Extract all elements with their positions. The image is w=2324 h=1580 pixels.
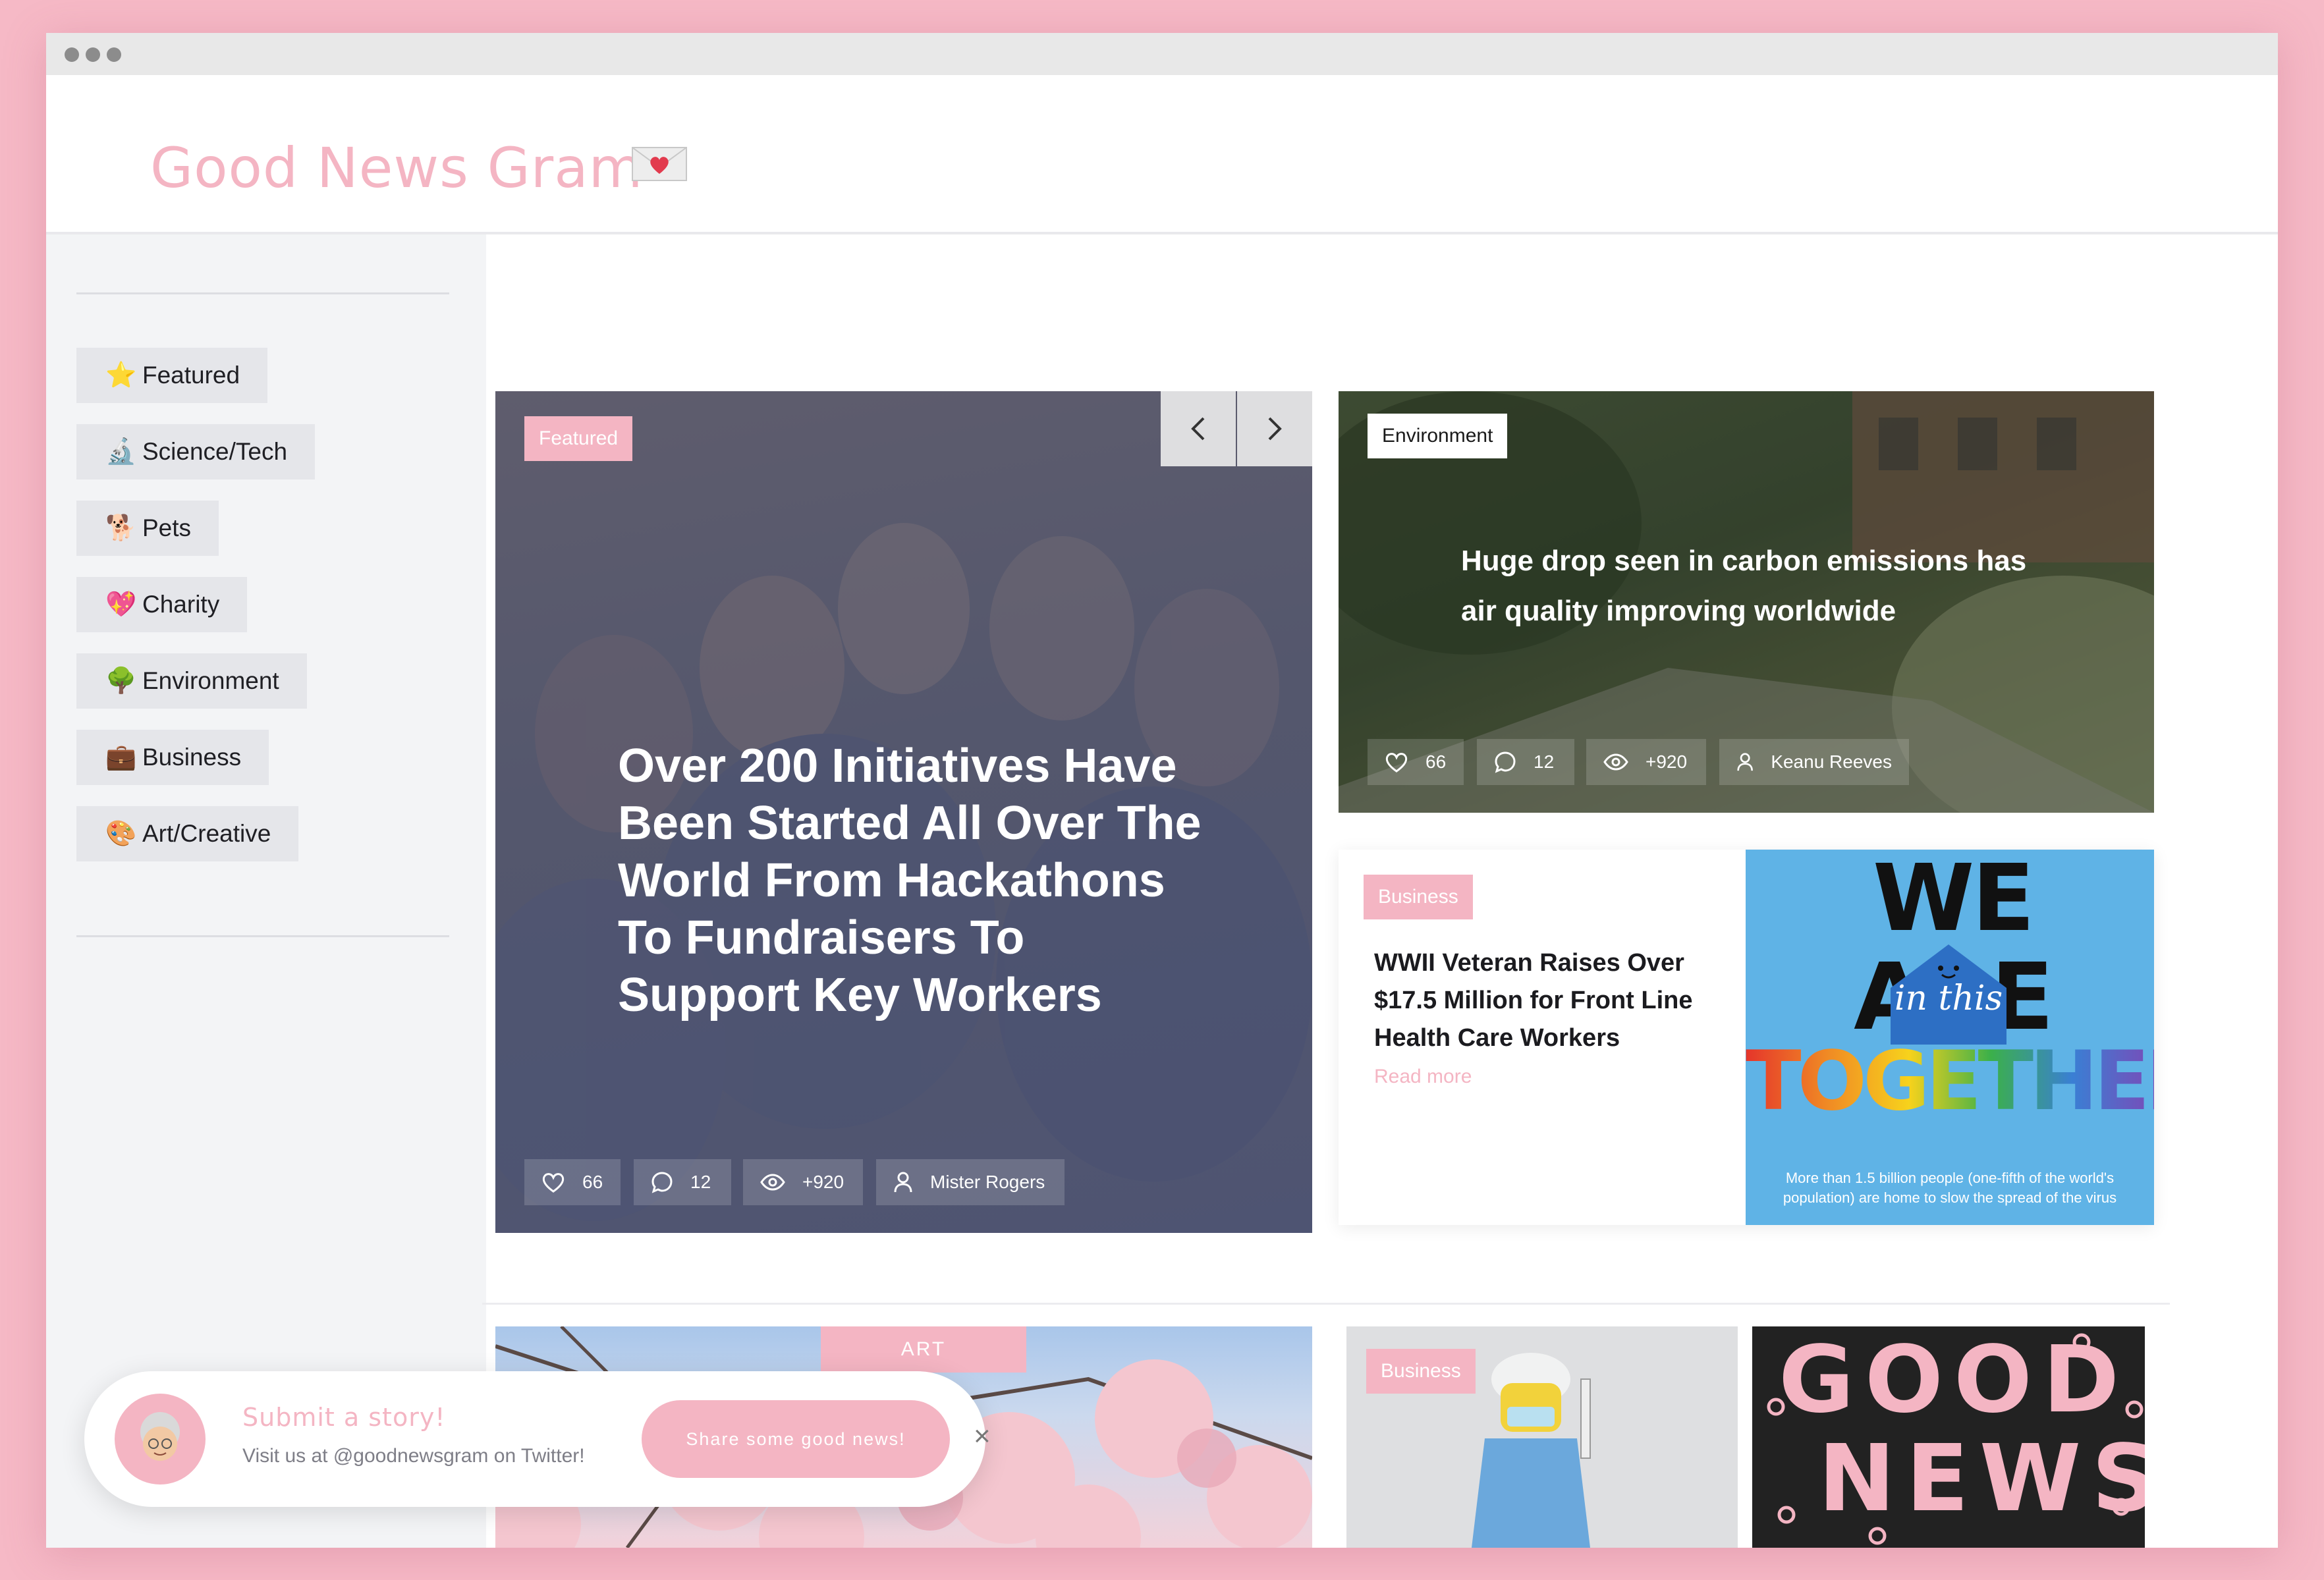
business-headline[interactable]: WWII Veteran Raises Over $17.5 Million f… <box>1374 944 1730 1057</box>
tree-icon: 🌳 <box>105 667 137 695</box>
author-stat[interactable]: Mister Rogers <box>876 1159 1065 1205</box>
eye-icon <box>760 1174 785 1191</box>
environment-card[interactable]: Environment Huge drop seen in carbon emi… <box>1339 391 2154 813</box>
poster-line-2: in this <box>1894 979 2003 1018</box>
window-titlebar <box>46 33 2278 75</box>
view-stat[interactable]: +920 <box>1586 739 1706 785</box>
sidebar-item-environment[interactable]: 🌳 Environment <box>76 653 307 709</box>
read-more-link[interactable]: Read more <box>1374 1066 1472 1088</box>
like-count: 66 <box>582 1172 603 1192</box>
window-minimize-dot[interactable] <box>86 47 100 62</box>
dog-icon: 🐕 <box>105 514 137 542</box>
sidebar-item-charity[interactable]: 💖 Charity <box>76 577 248 632</box>
featured-tag[interactable]: Featured <box>524 416 633 461</box>
comment-stat[interactable]: 12 <box>634 1159 731 1205</box>
site-header: Good News Gram <box>46 75 2278 234</box>
environment-headline[interactable]: Huge drop seen in carbon emissions has a… <box>1461 536 2041 636</box>
submit-story-toast: Submit a story! Visit us at @goodnewsgra… <box>84 1371 991 1507</box>
poster-caption: More than 1.5 billion people (one-fifth … <box>1783 1170 2117 1206</box>
site-logo-text[interactable]: Good News Gram <box>150 136 644 200</box>
toast-subtitle: Visit us at @goodnewsgram on Twitter! <box>242 1445 585 1467</box>
author-stat[interactable]: Keanu Reeves <box>1719 739 1909 785</box>
chevron-left-icon <box>1191 417 1205 441</box>
business-card[interactable]: Business WWII Veteran Raises Over $17.5 … <box>1339 850 2154 1225</box>
sparkling-heart-icon: 💖 <box>105 591 137 618</box>
business-card-small[interactable]: Business <box>1346 1326 1738 1548</box>
browser-window: Good News Gram ⭐ Featured 🔬 Science/Tech… <box>46 33 2278 1548</box>
like-stat[interactable]: 66 <box>524 1159 621 1205</box>
carousel-next-button[interactable] <box>1237 391 1312 466</box>
comment-stat[interactable]: 12 <box>1477 739 1574 785</box>
eye-icon <box>1603 753 1628 771</box>
comment-icon <box>1495 751 1516 773</box>
comment-count: 12 <box>690 1172 711 1192</box>
lego-nurse-figure <box>1472 1353 1591 1548</box>
sidebar-item-label: Business <box>142 744 242 771</box>
good-news-card[interactable]: GOOD NEWS <box>1752 1326 2145 1548</box>
we-are-in-this-together-poster: WE ARE in this TOGETHER More than 1.5 bi… <box>1746 850 2154 1225</box>
sidebar-item-label: Science/Tech <box>142 438 288 465</box>
sidebar-item-label: Featured <box>142 362 240 389</box>
view-stat[interactable]: +920 <box>743 1159 863 1205</box>
art-tag[interactable]: ART <box>821 1326 1026 1373</box>
sidebar-item-pets[interactable]: 🐕 Pets <box>76 501 219 556</box>
business-tag-small[interactable]: Business <box>1366 1349 1476 1394</box>
sidebar-item-label: Art/Creative <box>142 820 271 847</box>
view-count: +920 <box>802 1172 844 1192</box>
briefcase-icon: 💼 <box>105 744 137 771</box>
toast-title: Submit a story! <box>242 1403 446 1432</box>
heart-icon <box>1385 753 1408 773</box>
sidebar-item-featured[interactable]: ⭐ Featured <box>76 348 268 403</box>
sidebar-item-label: Environment <box>142 667 279 694</box>
sidebar-item-art-creative[interactable]: 🎨 Art/Creative <box>76 806 299 861</box>
avatar <box>115 1394 206 1485</box>
featured-headline[interactable]: Over 200 Initiatives Have Been Started A… <box>618 738 1211 1024</box>
sidebar: ⭐ Featured 🔬 Science/Tech 🐕 Pets 💖 Chari… <box>46 234 486 1548</box>
comment-count: 12 <box>1534 751 1555 772</box>
environment-tag[interactable]: Environment <box>1368 414 1508 458</box>
heart-icon <box>542 1173 565 1193</box>
author-name: Keanu Reeves <box>1771 751 1892 772</box>
featured-card[interactable]: Featured Over 200 Initiatives Have Been … <box>495 391 1312 1233</box>
share-good-news-button[interactable]: Share some good news! <box>642 1400 950 1478</box>
like-stat[interactable]: 66 <box>1368 739 1464 785</box>
decorative-circles <box>1767 1333 2144 1545</box>
poster-line-3: TOGETHER <box>1746 1035 2154 1128</box>
sidebar-item-business[interactable]: 💼 Business <box>76 730 269 785</box>
sidebar-item-science-tech[interactable]: 🔬 Science/Tech <box>76 424 316 479</box>
love-letter-icon <box>632 147 687 181</box>
star-icon: ⭐ <box>105 362 137 389</box>
grandma-icon <box>140 1412 180 1461</box>
close-icon[interactable]: × <box>974 1420 991 1453</box>
section-divider <box>482 1303 2170 1305</box>
user-icon <box>894 1172 912 1193</box>
window-close-dot[interactable] <box>65 47 79 62</box>
microscope-icon: 🔬 <box>105 438 137 466</box>
business-tag[interactable]: Business <box>1364 875 1473 919</box>
comment-icon <box>651 1172 673 1193</box>
like-count: 66 <box>1425 751 1447 772</box>
palette-icon: 🎨 <box>105 820 137 848</box>
sidebar-divider-bottom <box>76 935 449 937</box>
sidebar-item-label: Charity <box>142 591 220 618</box>
chevron-right-icon <box>1268 417 1282 441</box>
carousel-prev-button[interactable] <box>1161 391 1236 466</box>
author-name: Mister Rogers <box>930 1172 1045 1192</box>
user-icon <box>1737 753 1753 771</box>
main-content: Featured Over 200 Initiatives Have Been … <box>482 234 2278 1548</box>
sidebar-item-label: Pets <box>142 514 192 541</box>
sidebar-divider-top <box>76 292 449 294</box>
window-zoom-dot[interactable] <box>107 47 121 62</box>
view-count: +920 <box>1646 751 1688 772</box>
